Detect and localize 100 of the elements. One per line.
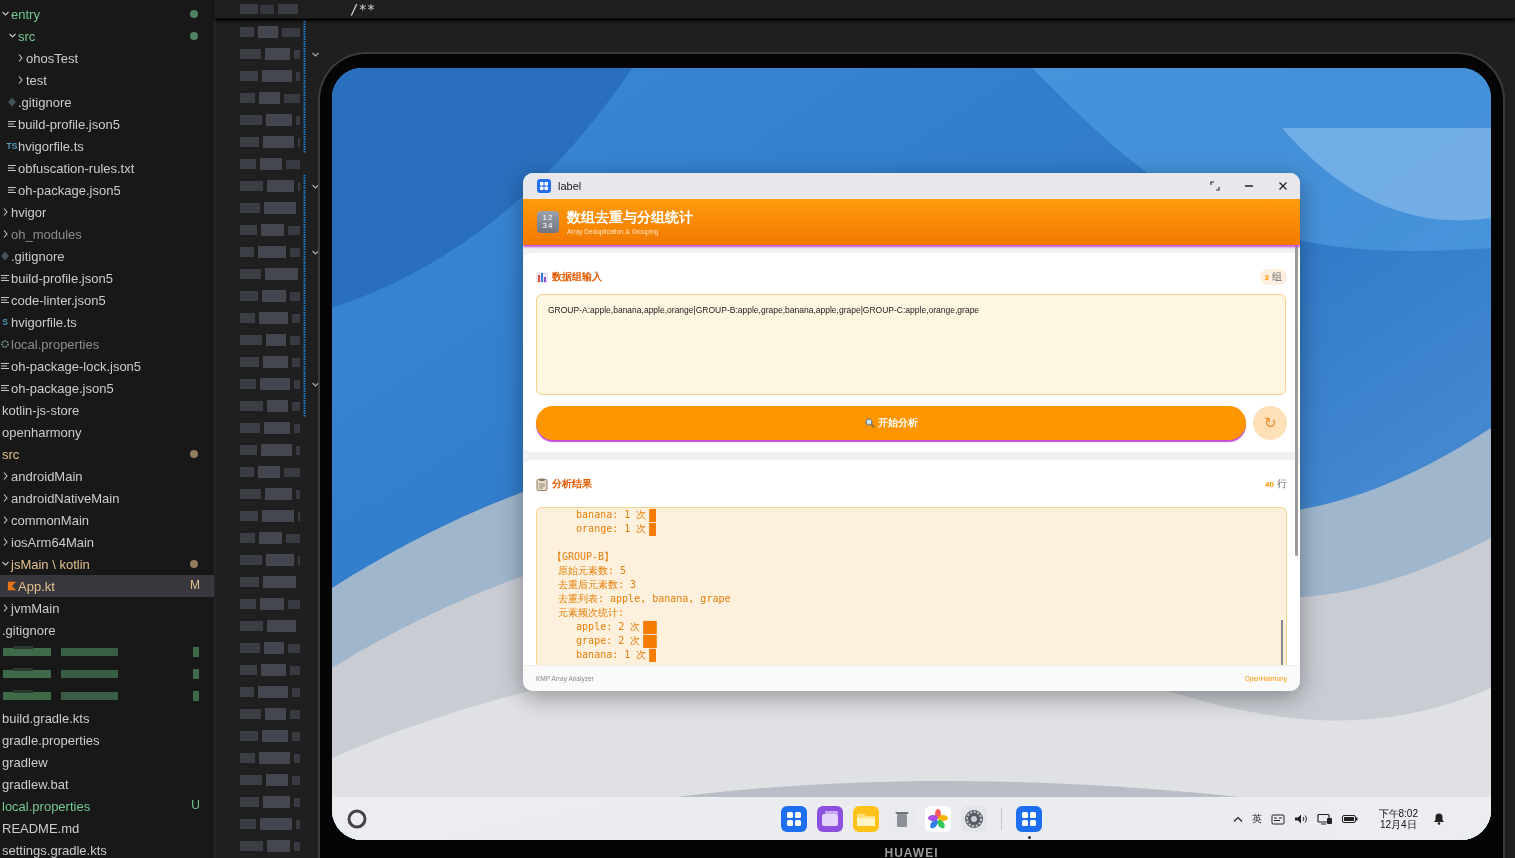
tree-item[interactable]: build.gradle.kts	[0, 707, 214, 729]
caret-up-icon[interactable]	[1232, 814, 1243, 823]
pixelated-line-number	[240, 3, 300, 15]
battery-icon[interactable]	[1341, 813, 1358, 824]
tree-item[interactable]: build-profile.json5	[0, 113, 214, 135]
tree-item[interactable]: TS hvigorfile.ts	[0, 135, 214, 157]
close-icon	[1277, 181, 1288, 191]
lines-icon	[7, 184, 17, 196]
tree-item[interactable]: src	[0, 443, 214, 465]
tree-item[interactable]: App.kt M	[0, 575, 214, 597]
search-icon	[864, 418, 875, 428]
tree-item[interactable]: .gitignore	[0, 91, 214, 113]
tree-item[interactable]: README.md	[0, 817, 214, 839]
lines-icon	[0, 360, 10, 372]
volume-icon[interactable]	[1293, 812, 1308, 825]
output-line: grape: 2 次	[575, 634, 641, 648]
pixelated-line-number	[240, 377, 300, 391]
tree-item[interactable]: S hvigorfile.ts	[0, 311, 214, 333]
status-letter: M	[190, 578, 200, 592]
pixelated-line-number	[240, 817, 300, 831]
input-method-indicator[interactable]: 英	[1251, 811, 1262, 826]
tree-item[interactable]: local.properties U	[0, 795, 214, 817]
tree-item[interactable]: .gitignore	[0, 245, 214, 267]
lines-icon	[0, 272, 10, 284]
tree-item[interactable]: oh-package.json5	[0, 377, 214, 399]
window-title: label	[558, 180, 582, 192]
clock-date[interactable]: 12月4日	[1379, 818, 1417, 830]
tree-item[interactable]: .gitignore	[0, 619, 214, 641]
count-badge: 3 组	[1259, 269, 1287, 285]
tree-item[interactable]: openharmony	[0, 421, 214, 443]
lines-icon	[7, 118, 17, 130]
kotlin-icon	[7, 580, 17, 592]
tree-item[interactable]: gradlew	[0, 751, 214, 773]
pixelated-line-number	[240, 641, 300, 655]
tree-item[interactable]: gradle.properties	[0, 729, 214, 751]
bar-text: ██	[643, 635, 657, 647]
tree-item[interactable]: local.properties	[0, 333, 214, 355]
pixelated-mark	[193, 669, 199, 679]
pixelated-line-number	[240, 289, 300, 303]
section-heading: 数据组输入	[552, 270, 602, 284]
pixelated-line-number	[240, 795, 300, 809]
tree-item[interactable]: code-linter.json5	[0, 289, 214, 311]
tree-item[interactable]: entry	[0, 3, 214, 25]
tree-item[interactable]: build-profile.json5	[0, 267, 214, 289]
pixelated-line-number	[240, 223, 300, 237]
brand-label: HUAWEI	[883, 846, 940, 858]
tree-item[interactable]: oh-package.json5	[0, 179, 214, 201]
pixelated-line-number	[240, 25, 300, 39]
tree-item[interactable]: hvigor	[0, 201, 214, 223]
home-circle-icon[interactable]	[346, 807, 368, 830]
pixelated-line-number	[240, 597, 300, 611]
pixelated-line-number	[240, 267, 300, 281]
flower-icon[interactable]	[925, 805, 951, 832]
tree-item[interactable]: androidNativeMain	[0, 487, 214, 509]
pixelated-line-number	[240, 113, 300, 127]
grid-icon[interactable]	[1016, 805, 1042, 832]
windows-icon[interactable]	[817, 805, 843, 832]
tree-item[interactable]: settings.gradle.kts	[0, 839, 214, 858]
app-icon	[537, 179, 551, 193]
tree-item[interactable]: obfuscation-rules.txt	[0, 157, 214, 179]
keyboard-icon[interactable]	[1270, 812, 1285, 825]
bar-text: █	[649, 509, 656, 521]
grid-icon[interactable]	[781, 805, 807, 832]
input-field[interactable]: GROUP-A:apple,banana,apple,orange|GROUP-B:apple,grape,banana,apple,grape|GROUP-C:apple,orange,grape	[536, 294, 1286, 395]
pixelated-line-number	[240, 135, 300, 149]
tree-item[interactable]: jsMain \ kotlin	[0, 553, 214, 575]
tree-item[interactable]: test	[0, 69, 214, 91]
tree-item[interactable]: ohosTest	[0, 47, 214, 69]
pixelated-line-number	[240, 443, 300, 457]
pixelated-line-number	[240, 179, 300, 193]
tree-item[interactable]: oh_modules	[0, 223, 214, 245]
tree-item[interactable]: src	[0, 25, 214, 47]
bar-text: █	[649, 523, 656, 535]
pixelated-line-number	[240, 355, 300, 369]
tree-item[interactable]: iosArm64Main	[0, 531, 214, 553]
restore-icon	[1209, 181, 1220, 191]
output-line: 去重后元素数: 3	[557, 578, 637, 592]
pixelated-line-number	[240, 465, 300, 479]
pixelated-line-number	[240, 47, 300, 61]
pixelated-line-number	[240, 245, 300, 259]
pixelated-line-number	[240, 487, 300, 501]
gear-icon[interactable]	[961, 805, 987, 832]
clock-time[interactable]: 下午8:02	[1378, 807, 1418, 819]
tree-item[interactable]: jvmMain	[0, 597, 214, 619]
status-letter: U	[191, 798, 200, 812]
bar-text: █	[649, 649, 656, 661]
pixelated-line-number	[240, 157, 300, 171]
pixelated-line-number	[240, 553, 300, 567]
tree-item[interactable]: commonMain	[0, 509, 214, 531]
display-icon[interactable]	[1316, 812, 1333, 825]
pixelated-line-number	[240, 839, 300, 853]
tree-item[interactable]: gradlew.bat	[0, 773, 214, 795]
pixelated-line-number	[240, 91, 300, 105]
tree-item[interactable]: androidMain	[0, 465, 214, 487]
bell-icon[interactable]	[1433, 812, 1445, 825]
output-line: 原始元素数: 5	[557, 564, 627, 578]
pixelated-line-number	[240, 69, 300, 83]
tree-item[interactable]: oh-package-lock.json5	[0, 355, 214, 377]
scrollbar-thumb[interactable]	[1281, 620, 1283, 665]
tree-item[interactable]: kotlin-js-store	[0, 399, 214, 421]
